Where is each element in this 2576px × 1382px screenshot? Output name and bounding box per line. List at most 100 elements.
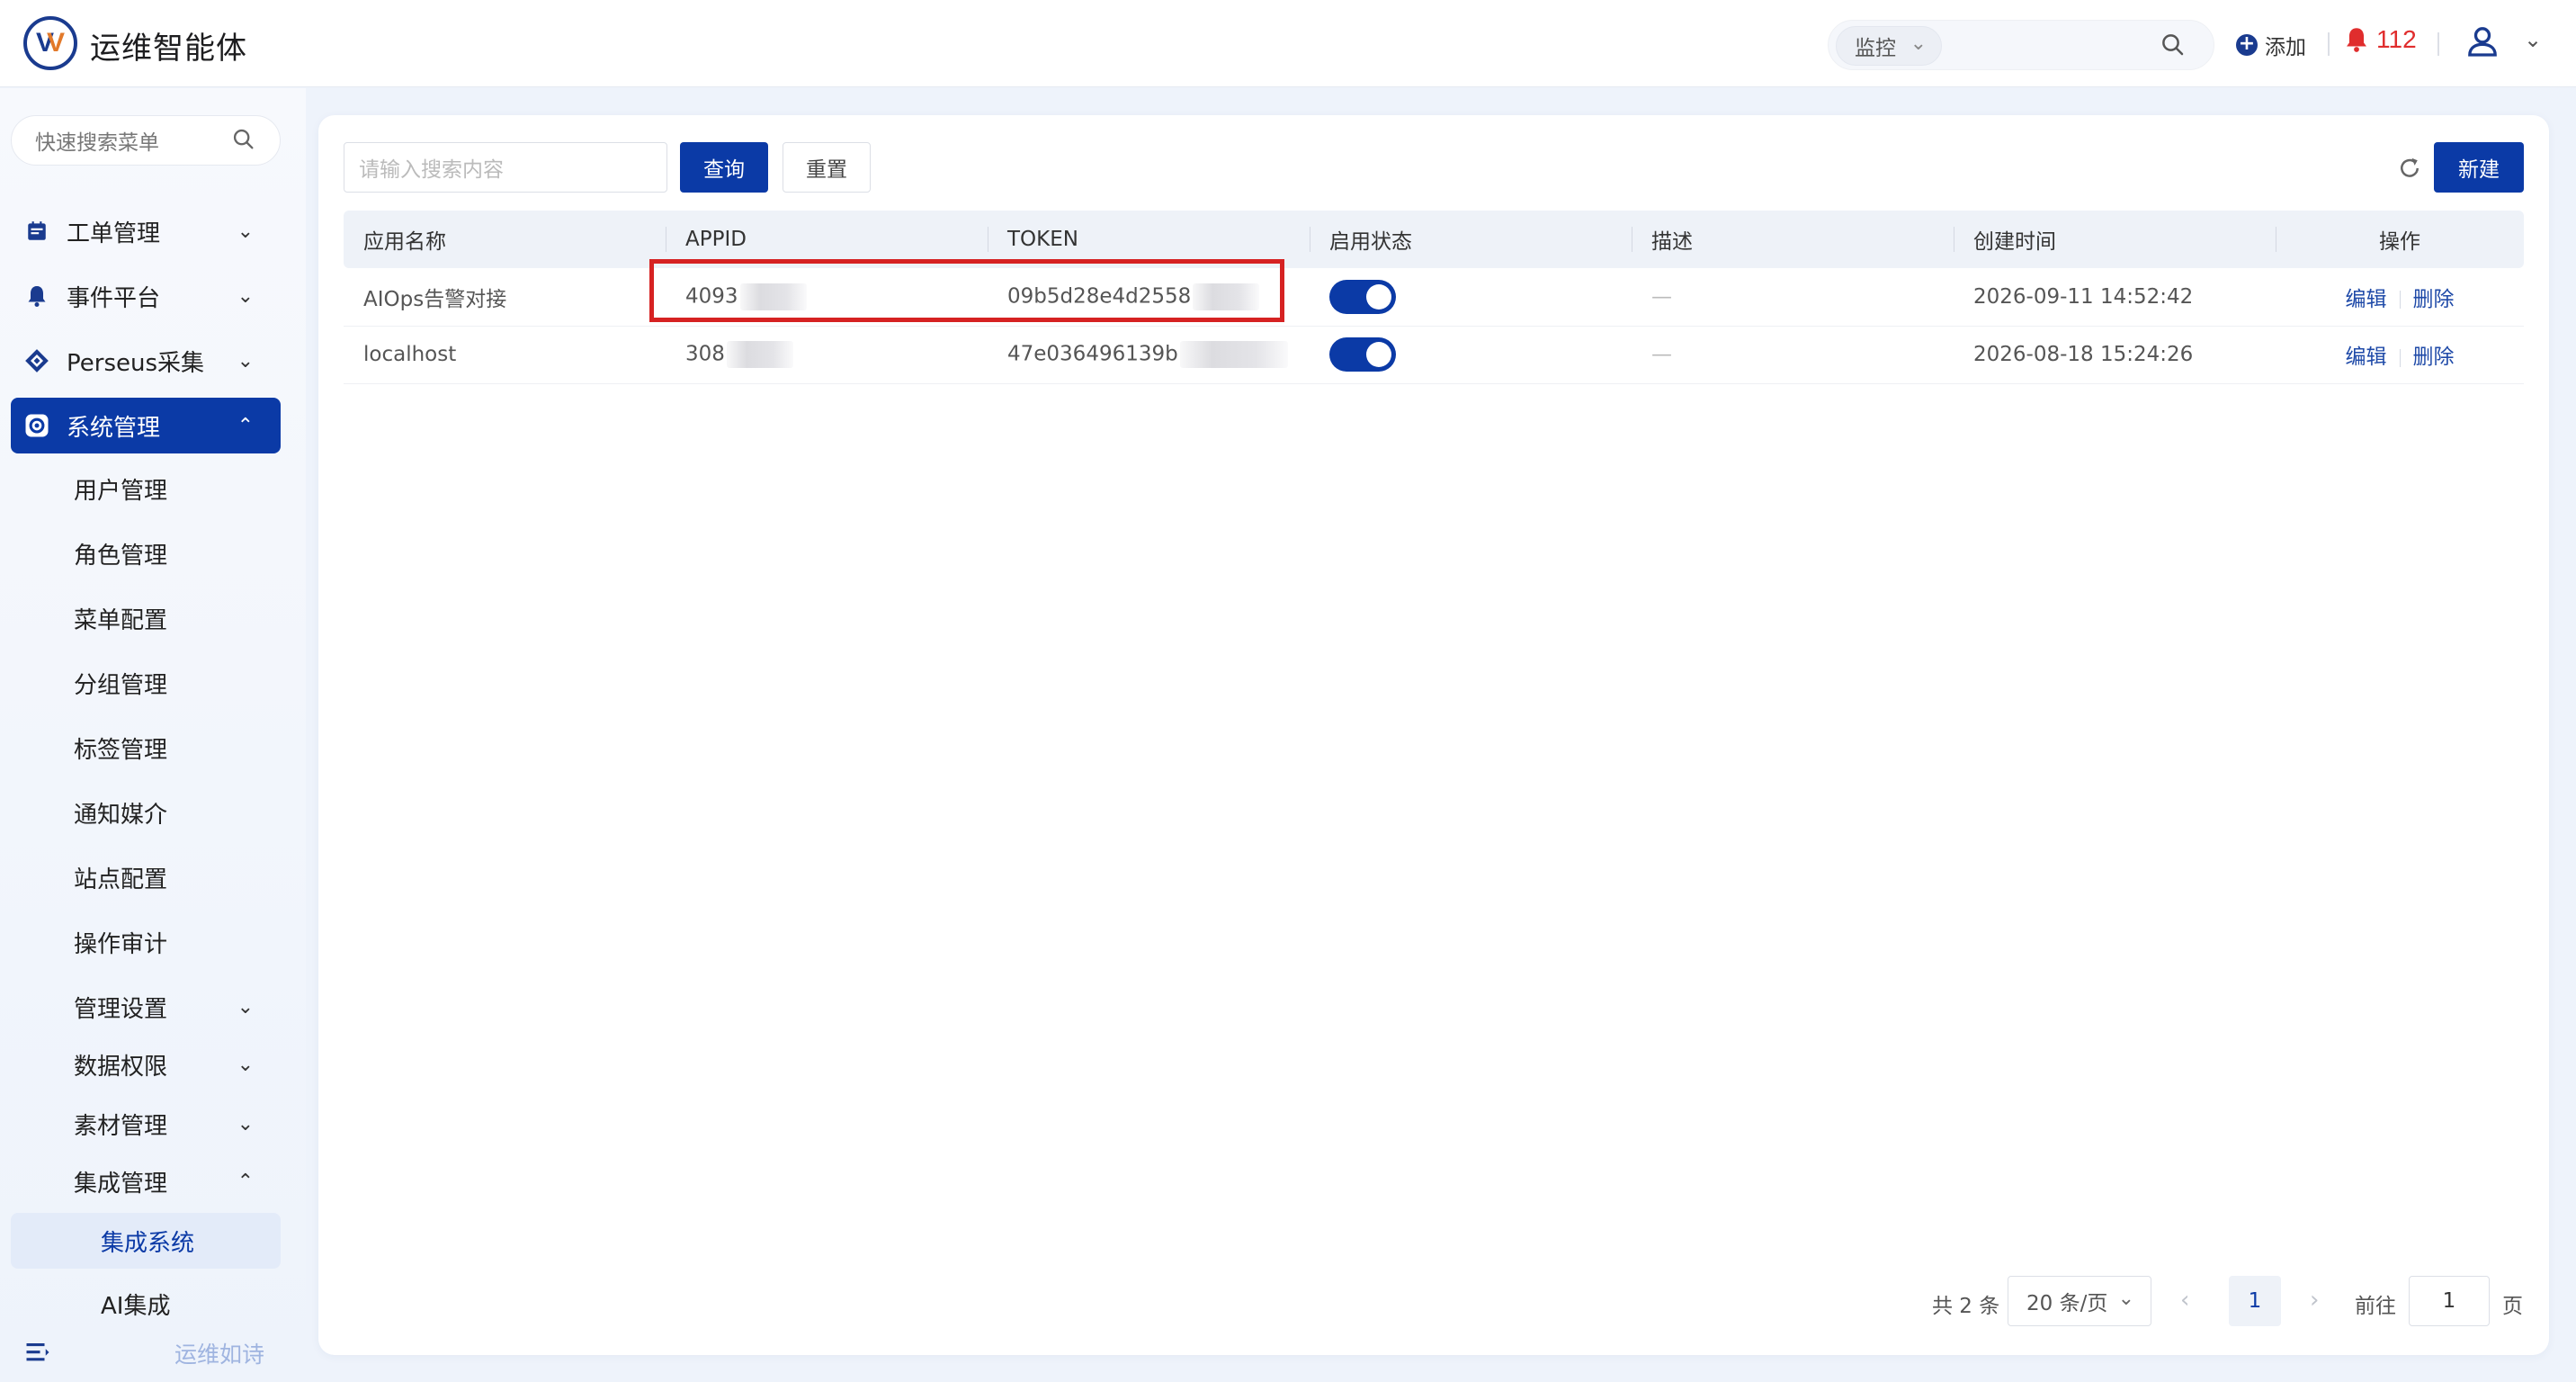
gear-icon [23, 412, 50, 439]
search-icon[interactable] [231, 127, 256, 152]
description-value: — [1651, 284, 1672, 309]
appid-value: 308 [685, 342, 725, 366]
appid-cell: 308 [666, 326, 988, 384]
sidebar-subitem-label: 通知媒介 [74, 801, 168, 829]
user-avatar-icon[interactable] [2464, 23, 2500, 59]
sidebar-subitem-ai-integration[interactable]: AI集成 [11, 1276, 281, 1332]
alert-count: 112 [2376, 25, 2417, 53]
add-button-label: 添加 [2265, 36, 2306, 59]
status-cell [1310, 268, 1632, 327]
reset-button[interactable]: 重置 [783, 142, 871, 193]
pagination: 共 2 条 20 条/页 ⌄ ‹ 1 › 前往 1 页 [318, 1276, 2549, 1330]
menu-collapse-icon[interactable] [23, 1339, 52, 1366]
delete-link[interactable]: 删除 [2413, 288, 2455, 311]
sidebar-subitem-admin-settings[interactable]: 管理设置 ⌄ [11, 979, 281, 1035]
header-divider [2328, 32, 2330, 56]
edit-link[interactable]: 编辑 [2346, 288, 2387, 311]
new-button[interactable]: 新建 [2434, 142, 2524, 193]
column-header: 描述 [1632, 211, 1954, 268]
sidebar-subitem-data-permissions[interactable]: 数据权限 ⌄ [11, 1036, 281, 1092]
sidebar-subitem-site-config[interactable]: 站点配置 [11, 849, 281, 905]
app-name-cell: AIOps告警对接 [344, 268, 666, 327]
toggle-knob [1366, 283, 1391, 310]
prev-page-icon[interactable]: ‹ [2180, 1287, 2189, 1314]
sidebar-subitem-label: 标签管理 [74, 736, 168, 764]
chevron-up-icon: ⌃ [237, 414, 254, 437]
next-page-icon[interactable]: › [2310, 1287, 2319, 1314]
token-value: 47e036496139b [1007, 342, 1178, 366]
sidebar-subitem-label: 管理设置 [74, 995, 168, 1023]
bell-icon [23, 283, 50, 310]
app-name-cell: localhost [344, 326, 666, 384]
column-header-label: 操作 [2379, 230, 2420, 254]
chevron-up-icon: ⌃ [237, 1170, 254, 1193]
sidebar-motto: 运维如诗 [174, 1342, 265, 1368]
refresh-icon[interactable] [2396, 155, 2423, 182]
header-divider [2437, 32, 2439, 56]
add-button[interactable]: + 添加 [2236, 27, 2306, 63]
alert-notification[interactable]: 112 [2344, 25, 2417, 54]
sidebar-footer: 运维如诗 [0, 1330, 306, 1382]
action-separator [2399, 291, 2401, 310]
search-scope-select[interactable]: 监控 ⌄ [1836, 26, 1942, 66]
page-number-current[interactable]: 1 [2229, 1276, 2281, 1326]
chevron-down-icon: ⌄ [237, 284, 254, 308]
column-header: 创建时间 [1954, 211, 2276, 268]
chevron-down-icon: ⌄ [237, 349, 254, 372]
sidebar-subitem-audit[interactable]: 操作审计 [11, 914, 281, 970]
chevron-down-icon: ⌄ [2117, 1288, 2134, 1310]
sidebar-subitem-label: 菜单配置 [74, 606, 168, 634]
sidebar-subitem-tags[interactable]: 标签管理 [11, 720, 281, 776]
delete-link[interactable]: 删除 [2413, 346, 2455, 369]
chevron-down-icon: ⌄ [237, 220, 254, 243]
status-cell [1310, 326, 1632, 384]
sidebar-subitem-integrations[interactable]: 集成管理 ⌃ [11, 1153, 281, 1209]
goto-page-input[interactable]: 1 [2409, 1276, 2490, 1326]
sidebar-item-system[interactable]: 系统管理 ⌃ [11, 398, 281, 453]
query-button[interactable]: 查询 [680, 142, 768, 193]
sidebar-subitem-label: 用户管理 [74, 477, 168, 505]
toggle-knob [1366, 342, 1391, 367]
chevron-down-icon[interactable]: ⌄ [2524, 27, 2542, 53]
diamond-grid-icon [23, 347, 50, 374]
sidebar-subitem-menu-config[interactable]: 菜单配置 [11, 590, 281, 646]
sidebar-subitem-label: AI集成 [101, 1292, 171, 1320]
chevron-down-icon: ⌄ [1910, 32, 1927, 55]
sidebar-subitem-label: 分组管理 [74, 671, 168, 699]
sidebar-subitem-notify-media[interactable]: 通知媒介 [11, 785, 281, 840]
sidebar-item-label: Perseus采集 [67, 349, 205, 377]
sidebar-item-events[interactable]: 事件平台 ⌄ [11, 268, 281, 324]
sidebar-item-perseus[interactable]: Perseus采集 ⌄ [11, 333, 281, 389]
search-icon[interactable] [2160, 31, 2187, 58]
action-separator [2399, 348, 2401, 367]
column-header-label: 创建时间 [1973, 230, 2056, 254]
sidebar-subitem-label: 操作审计 [74, 930, 168, 958]
page-size-select[interactable]: 20 条/页 ⌄ [2008, 1276, 2151, 1326]
plus-circle-icon: + [2236, 34, 2258, 56]
page-unit-label: 页 [2502, 1295, 2523, 1318]
keyword-search-input[interactable]: 请输入搜索内容 [344, 142, 667, 193]
global-search[interactable]: 监控 ⌄ [1828, 20, 2214, 70]
description-cell: — [1632, 326, 1954, 384]
enable-toggle[interactable] [1329, 337, 1396, 372]
enable-toggle[interactable] [1329, 279, 1396, 314]
sidebar-item-label: 事件平台 [67, 284, 161, 312]
sidebar-subitem-groups[interactable]: 分组管理 [11, 655, 281, 711]
chevron-down-icon: ⌄ [237, 995, 254, 1019]
app-title: 运维智能体 [90, 31, 247, 67]
edit-link[interactable]: 编辑 [2346, 346, 2387, 369]
sidebar-subitem-assets[interactable]: 素材管理 ⌄ [11, 1096, 281, 1152]
sidebar-subitem-roles[interactable]: 角色管理 [11, 525, 281, 581]
sidebar-item-tickets[interactable]: 工单管理 ⌄ [11, 203, 281, 259]
table-row: localhost 308 47e036496139b — 2026-08-18… [344, 326, 2524, 384]
sidebar-subitem-integration-systems[interactable]: 集成系统 [11, 1213, 281, 1269]
sidebar-subitem-users[interactable]: 用户管理 [11, 461, 281, 516]
actions-cell: 编辑 删除 [2276, 326, 2524, 384]
sidebar: 快速搜索菜单 工单管理 ⌄ 事件平台 ⌄ Perseus采集 ⌄ 系统管理 ⌃ … [0, 88, 306, 1382]
content-panel: 请输入搜索内容 查询 重置 新建 应用名称 APPID TOKEN 启用状态 描… [318, 115, 2549, 1355]
created-time-cell: 2026-08-18 15:24:26 [1954, 326, 2276, 384]
menu-search-input[interactable]: 快速搜索菜单 [11, 115, 281, 166]
column-header-label: TOKEN [1007, 228, 1078, 251]
sidebar-subitem-label: 数据权限 [74, 1053, 168, 1081]
actions-cell: 编辑 删除 [2276, 268, 2524, 327]
